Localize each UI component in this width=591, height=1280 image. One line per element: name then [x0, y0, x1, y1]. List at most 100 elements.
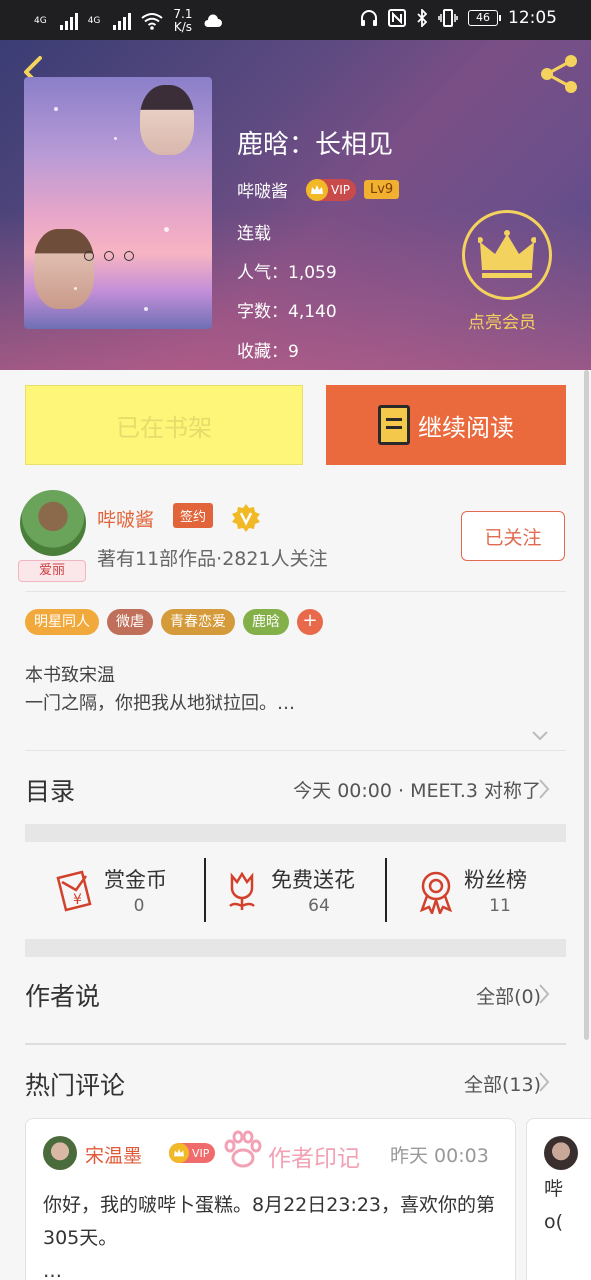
- author-stats: 著有11部作品·2821人关注: [97, 548, 328, 570]
- cloud-icon: [204, 14, 222, 27]
- author-avatar[interactable]: [20, 490, 86, 556]
- book-intro[interactable]: 本书致宋温 一门之隔，你把我从地狱拉回。…: [25, 662, 295, 718]
- verified-v-icon: [232, 504, 260, 532]
- vip-badge: VIP: [169, 1143, 216, 1163]
- section-separator: [25, 939, 566, 957]
- popularity-row: 人气：1,059: [237, 258, 337, 283]
- popularity-label: 人气：: [237, 263, 288, 283]
- book-author-name[interactable]: 哔啵酱: [237, 177, 288, 202]
- avatar-frame-tag: 爱丽: [18, 560, 86, 582]
- status-bar: 4G 4G 7.1 K/s 46 12:05: [0, 0, 591, 40]
- commenter-avatar[interactable]: [544, 1136, 578, 1170]
- vip-label: VIP: [192, 1146, 210, 1160]
- catalog-latest-chapter[interactable]: 今天 00:00 · MEET.3 对称了: [293, 776, 541, 803]
- bluetooth-icon: [417, 9, 428, 27]
- tag-item[interactable]: 鹿晗: [243, 609, 289, 635]
- word-count-label: 字数：: [237, 302, 288, 322]
- tag-item[interactable]: 明星同人: [25, 609, 99, 635]
- comment-more: …: [43, 1260, 62, 1280]
- cover-portrait-top: [140, 85, 194, 155]
- share-icon[interactable]: [537, 52, 581, 96]
- comment-body: o(: [544, 1211, 564, 1233]
- comment-text: 哔 o(: [544, 1173, 563, 1239]
- vip-label: VIP: [331, 182, 350, 197]
- commenter-avatar[interactable]: [43, 1136, 77, 1170]
- vibrate-icon: [438, 9, 458, 27]
- scrollbar[interactable]: [584, 370, 589, 1040]
- crown-icon: [478, 230, 536, 278]
- popularity-value: 1,059: [288, 263, 337, 283]
- chevron-right-icon[interactable]: [537, 983, 551, 1005]
- fan-ranking-value: 11: [489, 896, 511, 916]
- add-tag-button[interactable]: +: [297, 609, 323, 635]
- comment-card[interactable]: 宋温墨 VIP 作者印记 昨天 00:03 你好，我的啵哔卜蛋糕。8月22日23…: [25, 1118, 516, 1280]
- comment-body: 哔: [544, 1178, 564, 1200]
- catalog-title[interactable]: 目录: [25, 772, 75, 808]
- battery-indicator: 46: [468, 10, 501, 26]
- divider: [204, 858, 206, 922]
- network-type-1: 4G: [34, 16, 47, 26]
- author-says-all-link[interactable]: 全部(0): [476, 982, 541, 1009]
- crown-icon: [306, 178, 328, 201]
- red-envelope-icon: ¥: [56, 870, 92, 912]
- signal-icon-1: [59, 12, 78, 30]
- comment-body: 你好，我的啵哔卜蛋糕。8月22日23:23，喜欢你的第305天。: [43, 1194, 496, 1249]
- divider: [25, 750, 566, 751]
- followed-button[interactable]: 已关注: [461, 511, 565, 561]
- divider: [25, 1043, 566, 1045]
- word-count-row: 字数：4,140: [237, 297, 337, 322]
- reward-coins-button[interactable]: ¥ 赏金币 0: [52, 858, 182, 922]
- book-cover[interactable]: [24, 77, 212, 329]
- section-separator: [25, 824, 566, 842]
- book-author-row: 哔啵酱 VIP Lv9: [237, 177, 400, 202]
- intro-line: 一门之隔，你把我从地狱拉回。…: [25, 693, 295, 714]
- member-label[interactable]: 点亮会员: [468, 308, 536, 333]
- book-icon: [378, 405, 410, 445]
- network-speed: 7.1 K/s: [173, 8, 192, 34]
- word-count-value: 4,140: [288, 302, 337, 322]
- wifi-icon: [141, 13, 164, 30]
- commenter-name[interactable]: 宋温墨: [85, 1141, 142, 1168]
- tag-item[interactable]: 微虐: [107, 609, 153, 635]
- comment-text: 你好，我的啵哔卜蛋糕。8月22日23:23，喜欢你的第305天。 …: [43, 1189, 503, 1280]
- continue-reading-label: 继续阅读: [418, 413, 514, 442]
- hot-comments-all-link[interactable]: 全部(13): [464, 1070, 541, 1097]
- intro-line: 本书致宋温: [25, 665, 115, 686]
- level-badge: Lv9: [363, 180, 400, 199]
- fan-ranking-button[interactable]: 粉丝榜 11: [416, 858, 546, 922]
- nfc-icon: [388, 9, 406, 27]
- reward-coins-value: 0: [133, 896, 145, 916]
- member-button[interactable]: [462, 210, 552, 300]
- author-name[interactable]: 哔啵酱: [97, 505, 154, 532]
- network-type-2: 4G: [87, 16, 101, 26]
- chevron-right-icon[interactable]: [537, 778, 551, 800]
- clock: 12:05: [508, 8, 557, 28]
- favorites-row: 收藏：9: [237, 337, 299, 362]
- free-flower-value: 64: [308, 896, 330, 916]
- reward-coins-label: 赏金币: [104, 868, 167, 892]
- headphones-icon: [361, 10, 377, 26]
- in-bookshelf-button[interactable]: 已在书架: [25, 385, 303, 465]
- speed-unit: K/s: [173, 20, 193, 34]
- favorites-value: 9: [288, 342, 299, 362]
- continue-reading-button[interactable]: 继续阅读: [326, 385, 566, 465]
- chevron-down-icon[interactable]: [531, 727, 549, 745]
- signed-badge: 签约: [173, 503, 214, 528]
- fan-ranking-label: 粉丝榜: [464, 868, 527, 892]
- svg-text:¥: ¥: [73, 892, 82, 908]
- chevron-right-icon[interactable]: [537, 1071, 551, 1093]
- tag-list: 明星同人 微虐 青春恋爱 鹿晗 +: [25, 609, 323, 635]
- serial-status: 连载: [237, 224, 271, 244]
- vip-badge: VIP: [306, 178, 356, 201]
- tag-item[interactable]: 青春恋爱: [161, 609, 235, 635]
- free-flower-button[interactable]: 免费送花 64: [224, 858, 374, 922]
- crown-icon: [169, 1143, 189, 1163]
- comment-card[interactable]: 哔 o(: [526, 1118, 591, 1280]
- signal-icon-2: [113, 12, 132, 30]
- cover-portrait-bottom: [34, 229, 94, 309]
- comment-time: 昨天 00:03: [390, 1145, 489, 1167]
- divider: [25, 591, 566, 592]
- favorites-label: 收藏：: [237, 342, 288, 362]
- author-stamp-label: 作者印记: [268, 1146, 360, 1172]
- cover-player-controls: [84, 249, 184, 263]
